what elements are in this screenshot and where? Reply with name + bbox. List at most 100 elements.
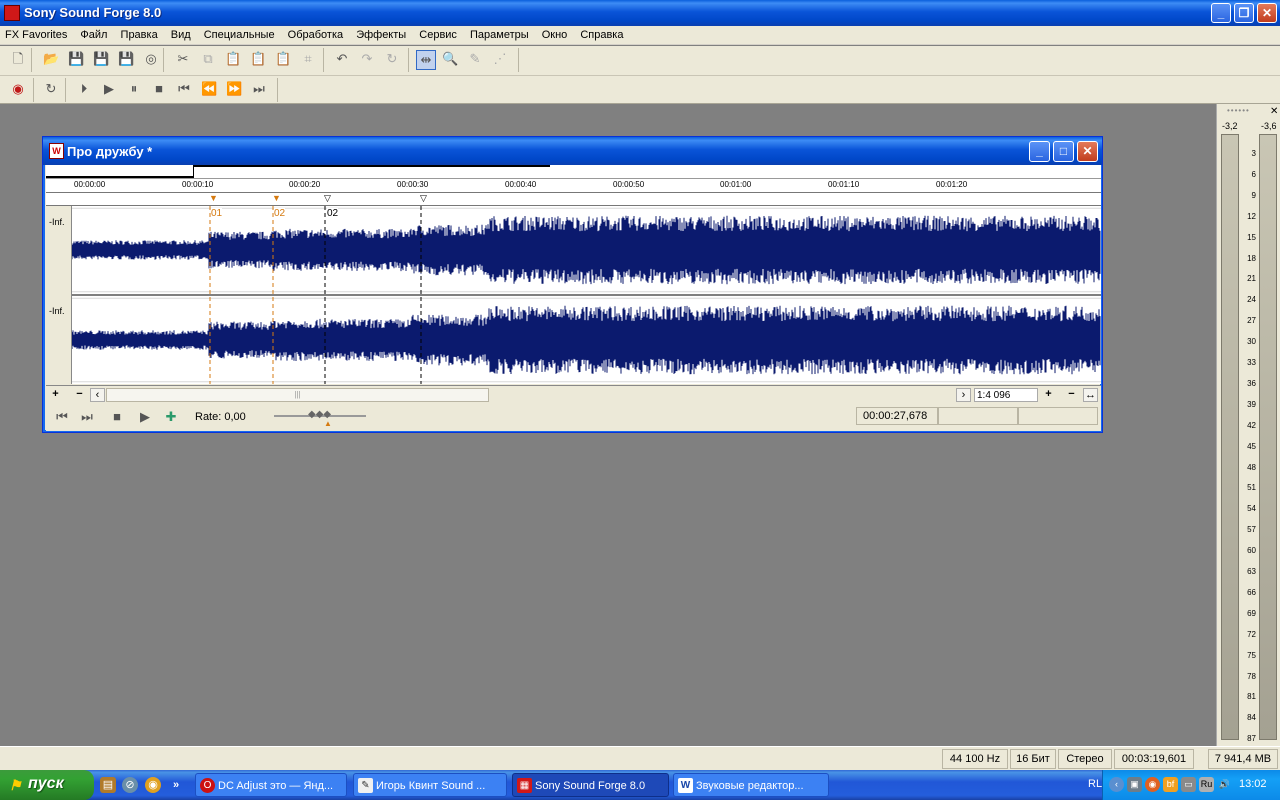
meter-scale-label: 72 — [1247, 629, 1256, 639]
scroll-right-button[interactable]: › — [956, 388, 971, 402]
doc-close-button[interactable]: ✕ — [1077, 141, 1098, 162]
windows-logo-icon: ⚑ — [9, 777, 22, 793]
doc-maximize-button[interactable]: □ — [1053, 141, 1074, 162]
region-flag-icon[interactable]: ▽ — [420, 193, 427, 204]
marker-label: 02 — [327, 208, 339, 219]
menu-edit[interactable]: Правка — [116, 26, 163, 41]
language-indicator[interactable]: RL — [1088, 778, 1102, 790]
menu-fx-favorites[interactable]: FX Favorites — [0, 26, 72, 41]
task-opera-label: DC Adjust это — Янд... — [218, 780, 334, 792]
meter-scale-label: 81 — [1247, 692, 1256, 702]
keyboard-layout-icon[interactable]: Ru — [1199, 777, 1214, 792]
marker-label: 01 — [211, 208, 223, 219]
standard-toolbar: 🗋 📂 💾 💾 💾 ◎ ✂ ⧉ 📋 📋 📋 ⌗ ↶ ↷ ↻ ⇹ 🔍 ✎ ⋰ — [0, 46, 1280, 76]
task-sound-forge-label: Sony Sound Forge 8.0 — [535, 780, 646, 792]
bf-icon[interactable]: bf — [1163, 777, 1178, 792]
menu-special[interactable]: Специальные — [199, 26, 280, 41]
system-tray: ‹ ▣ ◉ bf ▭ Ru 🔊 13:02 — [1102, 770, 1280, 800]
peak-left[interactable]: -3,2 — [1222, 121, 1238, 131]
volume-icon[interactable]: 🔊 — [1217, 777, 1232, 792]
start-button[interactable]: ⚑ пуск — [0, 770, 94, 800]
meter-scale-label: 84 — [1247, 713, 1256, 723]
antivirus-icon[interactable]: ◉ — [1145, 777, 1160, 792]
meter-scale-label: 78 — [1247, 671, 1256, 681]
data-window-titlebar[interactable]: W Про дружбу * _ □ ✕ — [43, 137, 1102, 165]
channel-1-level: -Inf. — [49, 217, 65, 227]
marker-flag-icon[interactable]: ▼ — [272, 193, 281, 203]
peak-right[interactable]: -3,6 — [1261, 121, 1277, 131]
toolbar-group — [409, 48, 519, 72]
meter-scale-label: 12 — [1247, 211, 1256, 221]
zoom-out-vertical-button[interactable]: − — [72, 388, 87, 402]
playback-rate: Rate: 0,00 — [195, 411, 246, 423]
meter-scale-label: 6 — [1251, 169, 1256, 179]
task-document[interactable]: ✎ Игорь Квинт Sound ... — [353, 773, 507, 797]
tray-back-icon[interactable]: ‹ — [1109, 777, 1124, 792]
marker-flag-icon[interactable]: ▼ — [209, 193, 218, 203]
data-window-title: Про дружбу * — [67, 144, 153, 159]
toolbar-group — [34, 78, 66, 102]
go-to-start-icon[interactable]: ⏮ — [54, 409, 70, 425]
rate-slider-mark-icon: ▲ — [324, 419, 332, 428]
sound-forge-icon: ▦ — [517, 778, 532, 793]
stop-icon[interactable]: ■ — [109, 409, 125, 425]
menu-file[interactable]: Файл — [75, 26, 112, 41]
play-normal-icon[interactable]: ▶ — [137, 409, 153, 425]
ruler-tick: 00:00:30 — [397, 180, 429, 189]
waveform-display[interactable]: 01 02 02 — [72, 206, 1101, 384]
status-bit-depth: 16 Бит — [1010, 749, 1056, 769]
chrome-icon[interactable]: ◉ — [145, 777, 161, 793]
menu-process[interactable]: Обработка — [283, 26, 348, 41]
browser-icon[interactable]: ⊘ — [122, 777, 138, 793]
menu-view[interactable]: Вид — [166, 26, 196, 41]
scroll-thumb[interactable]: ||| — [106, 388, 489, 402]
menu-help[interactable]: Справка — [575, 26, 628, 41]
region-flag-icon[interactable]: ▽ — [324, 193, 331, 204]
close-button[interactable]: ✕ — [1257, 3, 1277, 23]
meter-scale-label: 63 — [1247, 567, 1256, 576]
time-ruler[interactable]: 00:00:00 00:00:10 00:00:20 00:00:30 00:0… — [46, 179, 1101, 193]
quicklaunch-more-icon[interactable]: » — [168, 777, 184, 793]
menu-options[interactable]: Параметры — [465, 26, 534, 41]
menu-window[interactable]: Окно — [537, 26, 573, 41]
doc-minimize-button[interactable]: _ — [1029, 141, 1050, 162]
restore-button[interactable]: ❐ — [1234, 3, 1254, 23]
task-opera[interactable]: O DC Adjust это — Янд... — [195, 773, 347, 797]
zoom-fit-button[interactable]: ↔ — [1083, 388, 1098, 402]
scroll-left-button[interactable]: ‹ — [90, 388, 105, 402]
horizontal-scrollbar[interactable]: + − ‹ ||| › 1:4 096 + − ↔ — [46, 385, 1101, 403]
status-length: 00:03:19,601 — [1114, 749, 1194, 769]
meter-close-icon[interactable]: ✕ — [1270, 106, 1278, 117]
meter-scale-label: 39 — [1247, 399, 1256, 409]
go-to-end-icon[interactable]: ⏭ — [79, 409, 95, 425]
ruler-tick: 00:01:20 — [936, 180, 968, 189]
zoom-out-button[interactable]: − — [1064, 388, 1079, 402]
show-desktop-icon[interactable]: ▤ — [100, 777, 116, 793]
meter-grip-icon[interactable]: •••••• — [1227, 106, 1250, 115]
start-label: пуск — [28, 775, 64, 792]
play-plug-in-chainer-icon[interactable]: ✚ — [163, 409, 179, 425]
document-icon: ✎ — [358, 778, 373, 793]
zoom-in-button[interactable]: + — [1041, 388, 1056, 402]
task-word-label: Звуковые редактор... — [696, 780, 804, 792]
meter-scale-label: 60 — [1247, 546, 1256, 556]
task-sound-forge[interactable]: ▦ Sony Sound Forge 8.0 — [512, 773, 669, 797]
task-word[interactable]: W Звуковые редактор... — [673, 773, 829, 797]
meter-scale-label: 69 — [1247, 608, 1256, 618]
marker-bar[interactable]: ▼ ▼ ▽ ▽ — [46, 193, 1101, 206]
menu-effects[interactable]: Эффекты — [351, 26, 411, 41]
overview-bar[interactable] — [46, 165, 1101, 179]
ruler-tick: 00:00:10 — [182, 180, 214, 189]
meter-scale-label: 66 — [1247, 587, 1256, 597]
meter-scale-label: 9 — [1251, 190, 1256, 200]
zoom-in-vertical-button[interactable]: + — [48, 388, 63, 402]
minimize-button[interactable]: _ — [1211, 3, 1231, 23]
network-icon[interactable]: ▣ — [1127, 777, 1142, 792]
overview-visible-range[interactable] — [193, 165, 550, 178]
display-icon[interactable]: ▭ — [1181, 777, 1196, 792]
meter-scale-label: 21 — [1247, 274, 1256, 284]
menu-tools[interactable]: Сервис — [414, 26, 462, 41]
data-window[interactable]: W Про дружбу * _ □ ✕ ⇹ -Inf. -Inf. 00:00… — [42, 136, 1103, 433]
clock: 13:02 — [1239, 778, 1267, 790]
menu-bar: FX Favorites Файл Правка Вид Специальные… — [0, 26, 1280, 45]
